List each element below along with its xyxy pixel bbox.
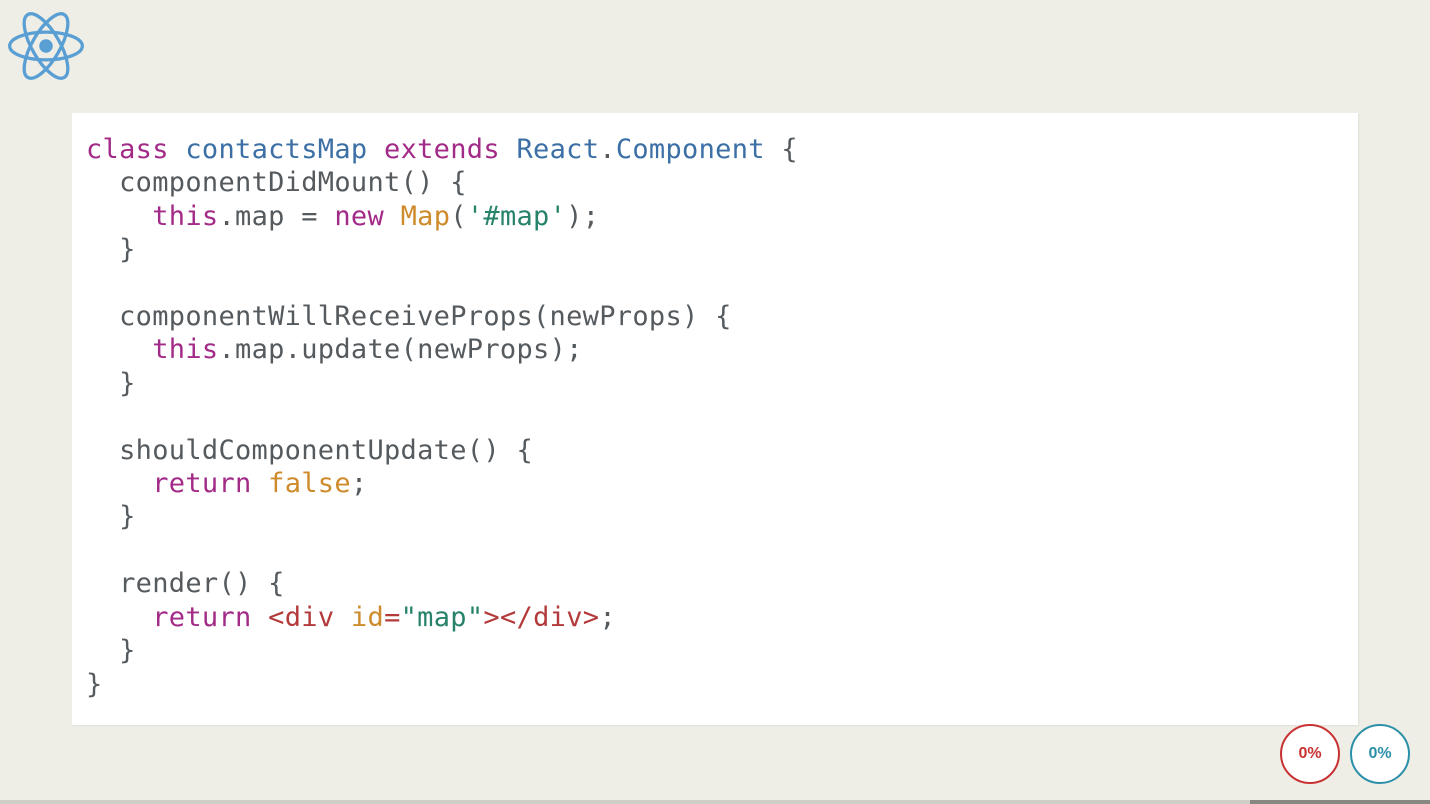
progress-circle-blue: 0% bbox=[1350, 724, 1410, 784]
code-block: class contactsMap extends React.Componen… bbox=[72, 113, 1358, 725]
bottom-progress bbox=[1250, 800, 1430, 804]
bottom-bar bbox=[0, 800, 1430, 804]
code-content: class contactsMap extends React.Componen… bbox=[86, 133, 1344, 701]
progress-circle-red: 0% bbox=[1280, 724, 1340, 784]
progress-circles: 0% 0% bbox=[1280, 724, 1410, 784]
react-logo-icon bbox=[8, 8, 84, 84]
